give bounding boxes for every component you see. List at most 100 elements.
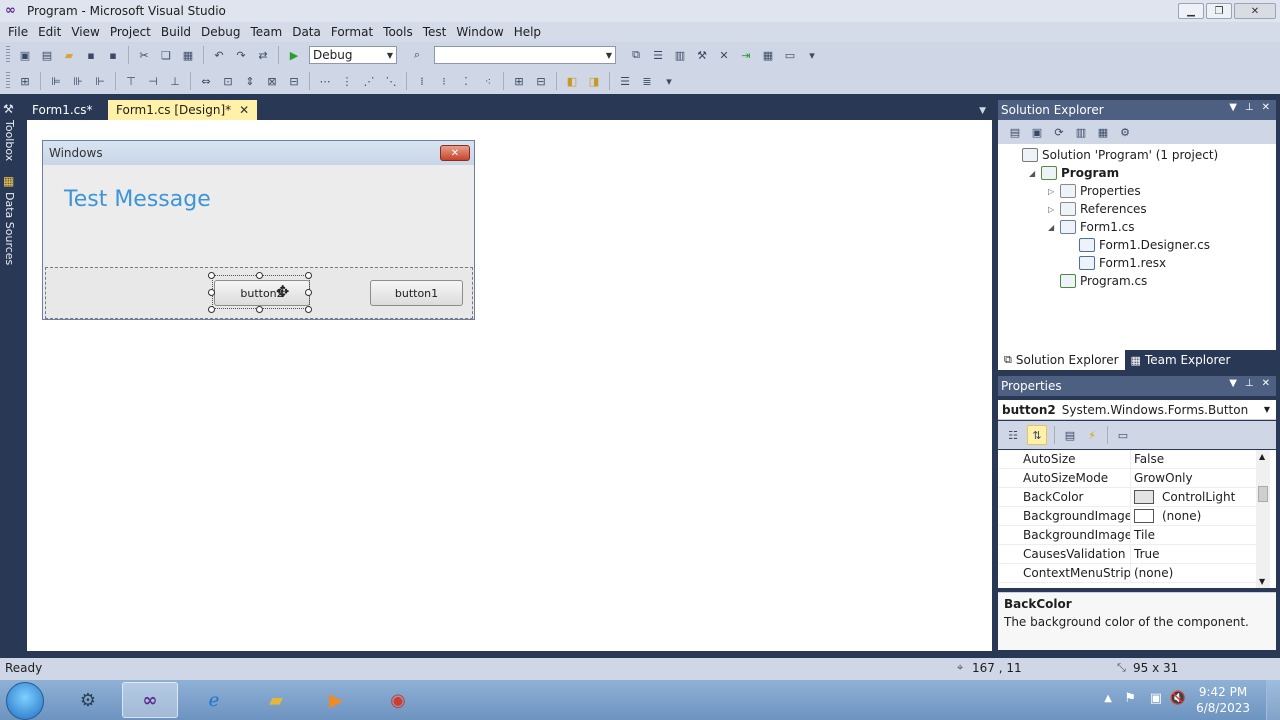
decrease-horizontal-spacing-icon[interactable]: ⋰ xyxy=(361,73,377,89)
add-item-icon[interactable]: ▤ xyxy=(39,47,55,63)
property-value[interactable]: Tile xyxy=(1130,525,1258,545)
file-explorer-app-icon[interactable]: ▰ xyxy=(248,682,304,718)
form-title-bar[interactable]: Windows ✕ xyxy=(43,141,474,165)
show-hidden-icons-icon[interactable]: ▲ xyxy=(1104,693,1112,704)
resize-handle[interactable] xyxy=(256,306,263,313)
center-vertically-icon[interactable]: ⊟ xyxy=(533,73,549,89)
lock-controls-icon[interactable]: ≣ xyxy=(639,73,655,89)
resize-handle[interactable] xyxy=(208,306,215,313)
navigate-icon[interactable]: ⇄ xyxy=(255,47,271,63)
make-same-height-icon[interactable]: ⇕ xyxy=(242,73,258,89)
test-message-label[interactable]: Test Message xyxy=(64,187,211,212)
tab-form1-code[interactable]: Form1.cs* xyxy=(24,100,101,120)
paste-icon[interactable]: ▦ xyxy=(180,47,196,63)
menu-window[interactable]: Window xyxy=(451,22,508,42)
expander-icon[interactable]: ▷ xyxy=(1048,187,1060,196)
align-lefts-icon[interactable]: ⊫ xyxy=(48,73,64,89)
tab-form1-design[interactable]: Form1.cs [Design]* ✕ xyxy=(108,100,258,120)
menu-help[interactable]: Help xyxy=(509,22,546,42)
action-center-icon[interactable]: ⚑ xyxy=(1124,691,1136,706)
toolbox-rail-icon[interactable]: ⚒ xyxy=(3,102,14,116)
resize-handle[interactable] xyxy=(208,289,215,296)
send-to-back-icon[interactable]: ◨ xyxy=(586,73,602,89)
undo-icon[interactable]: ↶ xyxy=(211,47,227,63)
toolbar-grip[interactable] xyxy=(6,46,10,64)
property-row[interactable]: BackgroundImage (none) xyxy=(998,506,1258,526)
menu-team[interactable]: Team xyxy=(245,22,287,42)
resize-handle[interactable] xyxy=(256,272,263,279)
view-designer-icon[interactable]: ▦ xyxy=(1095,124,1111,140)
events-icon[interactable]: ⚡ xyxy=(1084,427,1100,443)
find-in-files-icon[interactable]: ⌕ xyxy=(409,47,425,63)
media-player-app-icon[interactable]: ▶ xyxy=(308,682,364,718)
object-selector[interactable]: button2 System.Windows.Forms.Button ▼ xyxy=(998,400,1276,420)
redo-icon[interactable]: ↷ xyxy=(233,47,249,63)
volume-muted-icon[interactable]: 🔇 xyxy=(1170,691,1186,706)
tools-icon[interactable]: ✕ xyxy=(716,47,732,63)
tree-node[interactable]: ▷ Properties xyxy=(1048,182,1141,200)
gimp-app-icon[interactable]: ⚙ xyxy=(60,682,116,718)
panel-dropdown-icon[interactable]: ▼ xyxy=(1229,378,1237,389)
scroll-down-icon[interactable]: ▼ xyxy=(1259,577,1265,586)
tree-node[interactable]: Form1.resx xyxy=(1067,254,1166,272)
properties-icon[interactable]: ▣ xyxy=(1029,124,1045,140)
internet-explorer-app-icon[interactable]: ℯ xyxy=(186,682,242,718)
open-file-icon[interactable]: ▰ xyxy=(61,47,77,63)
property-value[interactable]: GrowOnly xyxy=(1130,468,1258,488)
clock[interactable]: 9:42 PM 6/8/2023 xyxy=(1196,684,1250,716)
property-value[interactable]: ControlLight xyxy=(1130,487,1258,507)
toolbox-icon[interactable]: ⚒ xyxy=(694,47,710,63)
minimize-button[interactable]: ▁ xyxy=(1178,3,1204,19)
solution-explorer-icon[interactable]: ⧉ xyxy=(628,47,644,63)
pin-icon[interactable]: ⊥ xyxy=(1245,378,1254,389)
increase-vertical-spacing-icon[interactable]: ⁝ xyxy=(436,73,452,89)
decrease-vertical-spacing-icon[interactable]: ⁚ xyxy=(458,73,474,89)
tab-team-explorer[interactable]: ▦ Team Explorer xyxy=(1125,350,1237,370)
remove-horizontal-spacing-icon[interactable]: ⋱ xyxy=(383,73,399,89)
button-panel[interactable]: button2 ✥ button1 xyxy=(45,267,473,319)
align-rights-icon[interactable]: ⊩ xyxy=(92,73,108,89)
menu-view[interactable]: View xyxy=(66,22,104,42)
center-horizontally-icon[interactable]: ⊞ xyxy=(511,73,527,89)
chrome-app-icon[interactable]: ◉ xyxy=(370,682,426,718)
align-middles-icon[interactable]: ⊣ xyxy=(145,73,161,89)
save-icon[interactable]: ▪ xyxy=(83,47,99,63)
property-grid-scrollbar[interactable]: ▲ ▼ xyxy=(1256,450,1270,588)
close-panel-icon[interactable]: ✕ xyxy=(1262,102,1270,113)
scroll-thumb[interactable] xyxy=(1258,486,1268,502)
find-combo[interactable]: ▼ xyxy=(434,46,616,64)
property-row[interactable]: ContextMenuStrip (none) xyxy=(998,563,1258,583)
property-value[interactable]: True xyxy=(1130,544,1258,564)
bring-to-front-icon[interactable]: ◧ xyxy=(564,73,580,89)
properties-view-icon[interactable]: ▤ xyxy=(1062,427,1078,443)
vertical-spacing-icon[interactable]: ⁞ xyxy=(414,73,430,89)
data-sources-tab[interactable]: Data Sources xyxy=(3,192,16,265)
toolbox-tab[interactable]: Toolbox xyxy=(3,120,16,161)
start-debugging-icon[interactable]: ▶ xyxy=(286,47,302,63)
refresh-icon[interactable]: ⟳ xyxy=(1051,124,1067,140)
cut-icon[interactable]: ✂ xyxy=(136,47,152,63)
form-preview[interactable]: Windows ✕ Test Message button2 ✥ button1 xyxy=(42,140,475,320)
menu-edit[interactable]: Edit xyxy=(33,22,66,42)
network-icon[interactable]: ▣ xyxy=(1150,691,1162,706)
property-row[interactable]: AutoSize False xyxy=(998,450,1258,469)
menu-data[interactable]: Data xyxy=(287,22,326,42)
remove-vertical-spacing-icon[interactable]: ⁖ xyxy=(480,73,496,89)
object-browser-icon[interactable]: ▥ xyxy=(672,47,688,63)
align-centers-icon[interactable]: ⊪ xyxy=(70,73,86,89)
property-pages-icon[interactable]: ▭ xyxy=(1115,427,1131,443)
resize-handle[interactable] xyxy=(305,272,312,279)
size-grid-icon[interactable]: ⊟ xyxy=(286,73,302,89)
property-row[interactable]: CausesValidation True xyxy=(998,544,1258,564)
alphabetical-icon[interactable]: ⇅ xyxy=(1027,425,1047,445)
make-same-size-icon[interactable]: ⊠ xyxy=(264,73,280,89)
property-value[interactable]: False xyxy=(1130,450,1258,469)
menu-test[interactable]: Test xyxy=(418,22,452,42)
menu-format[interactable]: Format xyxy=(326,22,378,42)
property-row[interactable]: BackgroundImageLa Tile xyxy=(998,525,1258,545)
tree-node[interactable]: Program.cs xyxy=(1048,272,1147,290)
window-icon[interactable]: ▭ xyxy=(782,47,798,63)
expander-icon[interactable]: ▷ xyxy=(1048,205,1060,214)
horizontal-spacing-icon[interactable]: ⋯ xyxy=(317,73,333,89)
scroll-up-icon[interactable]: ▲ xyxy=(1259,452,1265,461)
